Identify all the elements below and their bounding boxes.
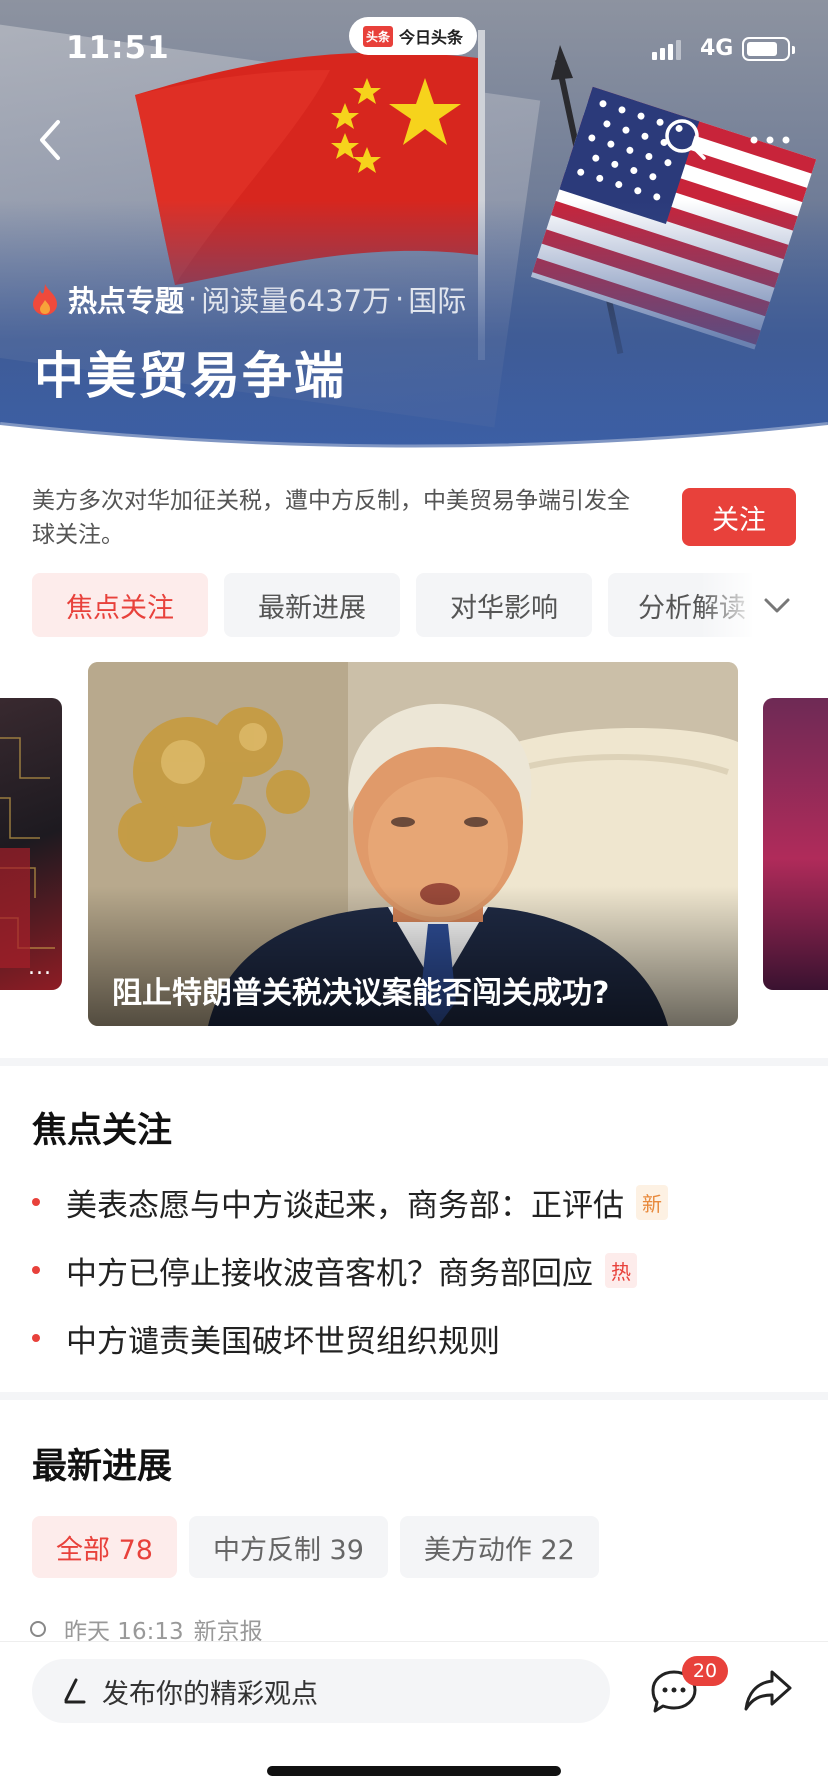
battery-icon (742, 37, 795, 61)
bullet-dot (32, 1266, 40, 1274)
bottom-action-bar: 发布你的精彩观点 20 (0, 1642, 828, 1792)
home-indicator (267, 1766, 561, 1776)
carousel-slide-previous[interactable]: ... (0, 698, 62, 990)
focus-news-title: 中方已停止接收波音客机？商务部回应 (66, 1255, 593, 1292)
focus-news-title: 中方谴责美国破坏世贸组织规则 (66, 1323, 500, 1360)
pen-icon (64, 1678, 86, 1704)
meta-separator: · (188, 282, 198, 316)
bullet-dot (32, 1334, 40, 1342)
app-source-pill[interactable]: 头条 今日头条 (349, 17, 478, 55)
share-icon[interactable] (742, 1664, 794, 1716)
carousel-slide-active[interactable]: 阻止特朗普关税决议案能否闯关成功? (88, 662, 738, 1026)
topic-category: 国际 (408, 284, 467, 318)
focus-news-list: 美表态愿与中方谈起来，商务部：正评估 新 中方已停止接收波音客机？商务部回应 热… (32, 1168, 792, 1372)
filter-chip-all[interactable]: 全部 78 (32, 1516, 177, 1578)
filter-chip-us-actions[interactable]: 美方动作 22 (399, 1516, 599, 1578)
topic-meta: 热点专题 · 阅读量6437万 · 国际 (30, 278, 466, 320)
circuit-image (0, 737, 55, 968)
section-divider (0, 1058, 828, 1066)
tab-china-impact[interactable]: 对华影响 (416, 573, 592, 637)
more-icon[interactable] (744, 122, 796, 158)
focus-news-item[interactable]: 中方已停止接收波音客机？商务部回应 热 (32, 1236, 792, 1304)
focus-section-title: 焦点关注 (32, 1111, 173, 1151)
chevron-down-icon[interactable] (760, 588, 794, 622)
app-source-label: 今日头条 (399, 28, 464, 47)
search-icon[interactable] (660, 114, 710, 164)
timeline-entry[interactable]: 昨天 16:13 新京报 (30, 1612, 263, 1646)
bullet-dot (32, 1198, 40, 1206)
toutiao-logo-icon: 头条 (363, 25, 394, 47)
follow-button[interactable]: 关注 (682, 488, 796, 546)
latest-section-title: 最新进展 (32, 1447, 173, 1487)
topic-tab-bar: 焦点关注 最新进展 对华影响 分析解读 (32, 573, 752, 637)
news-carousel[interactable]: ... 阻止特朗普关税决议案能否闯关成功? (0, 662, 828, 1026)
topic-tag[interactable]: 热点专题 (68, 278, 184, 320)
focus-news-item[interactable]: 美表态愿与中方谈起来，商务部：正评估 新 (32, 1168, 792, 1236)
carousel-slide-next[interactable] (763, 698, 828, 990)
new-badge: 新 (636, 1184, 668, 1220)
hot-badge: 热 (605, 1252, 637, 1288)
comment-input-placeholder: 发布你的精彩观点 (102, 1678, 318, 1710)
section-divider (0, 1392, 828, 1400)
topic-description: 美方多次对华加征关税，遭中方反制，中美贸易争端引发全球关注。 (32, 488, 630, 548)
comment-count-badge: 20 (682, 1656, 728, 1686)
latest-filter-chips: 全部 78 中方反制 39 美方动作 22 (32, 1516, 599, 1578)
meta-separator: · (395, 282, 405, 316)
carousel-caption: 阻止特朗普关税决议案能否闯关成功? (112, 976, 610, 1011)
cellular-signal-icon (652, 38, 681, 60)
network-type: 4G (700, 36, 734, 61)
tab-focus[interactable]: 焦点关注 (32, 573, 208, 637)
status-time: 11:51 (66, 30, 170, 66)
slide-more-dots: ... (28, 955, 52, 980)
fire-icon (33, 284, 57, 315)
focus-news-title: 美表态愿与中方谈起来，商务部：正评估 (66, 1187, 624, 1224)
timeline-dot-icon (30, 1621, 46, 1637)
filter-chip-china-countermeasures[interactable]: 中方反制 39 (188, 1516, 388, 1578)
focus-news-item[interactable]: 中方谴责美国破坏世贸组织规则 (32, 1304, 792, 1372)
status-bar: 11:51 头条 今日头条 4G (0, 0, 828, 100)
topic-hero-banner: 11:51 头条 今日头条 4G 热点专题 · 阅读量6437万 · 国际 中美… (0, 0, 828, 455)
comment-input[interactable]: 发布你的精彩观点 (32, 1659, 610, 1723)
timeline-source: 新京报 (193, 1619, 263, 1645)
page-title: 中美贸易争端 (34, 347, 346, 405)
timeline-time: 昨天 16:13 (64, 1619, 184, 1645)
tab-latest[interactable]: 最新进展 (224, 573, 400, 637)
back-arrow-icon[interactable] (28, 112, 78, 168)
read-count: 阅读量6437万 (201, 284, 392, 318)
